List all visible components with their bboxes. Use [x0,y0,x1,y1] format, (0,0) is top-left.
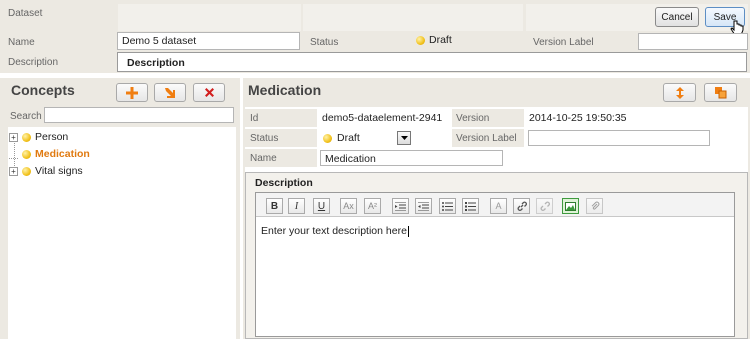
draft-status-icon [22,132,31,142]
dataset-version-label-field[interactable] [638,33,748,50]
dataset-label: Dataset [8,8,43,19]
dataset-status-label: Status [310,37,339,48]
insert-image-button[interactable] [562,198,579,214]
draft-status-icon [323,133,332,143]
dataset-name-field[interactable]: Demo 5 dataset [117,32,300,50]
detail-name-field[interactable]: Medication [320,150,503,166]
detail-status-label: Status [250,133,279,144]
bulleted-list-button[interactable] [439,198,456,214]
add-concept-button[interactable] [116,83,148,102]
numbered-list-button[interactable] [462,198,479,214]
tree-item-person[interactable]: + Person [9,131,68,143]
detail-name-label: Name [250,153,277,164]
tree-item-label: Medication [35,148,90,160]
detail-version-label-label: Version Label [456,133,517,144]
bold-button[interactable]: B [266,198,283,214]
search-label: Search [10,111,42,122]
editor-content[interactable]: Enter your text description here [261,225,409,237]
italic-button[interactable]: I [288,198,305,214]
expand-icon[interactable]: + [9,132,18,142]
attach-button[interactable] [586,198,603,214]
move-concept-button[interactable] [154,83,186,102]
arrow-down-right-icon [165,87,175,98]
dataset-blank-cell-1 [118,4,301,31]
plus-icon [126,86,138,99]
dataset-description-label: Description [8,57,59,68]
underline-button[interactable]: U [313,198,330,214]
tree-item-label: Person [35,131,69,143]
tree-branch [9,150,18,159]
copy-icon [715,87,727,99]
paperclip-icon [591,201,599,210]
link-button[interactable] [513,198,530,214]
tree-item-vital-signs[interactable]: + Vital signs [9,165,83,177]
cancel-button[interactable]: Cancel [655,7,699,27]
status-select[interactable]: Draft [320,130,411,146]
detail-title: Medication [248,82,322,98]
status-select-value: Draft [337,132,360,144]
detail-version-label-field[interactable] [528,130,710,146]
dataset-status-text: Draft [429,34,452,46]
delete-x-icon [204,88,214,97]
expand-collapse-button[interactable] [663,83,696,102]
draft-status-icon [22,149,31,159]
expand-vertical-icon [675,86,684,99]
draft-status-icon [416,35,425,45]
version-value: 2014-10-25 19:50:35 [529,112,627,124]
dataset-name-label: Name [8,37,35,48]
superscript-button[interactable]: A² [364,198,381,214]
indent-button[interactable] [415,198,432,214]
editor-text: Enter your text description here [261,225,407,237]
image-icon [565,201,576,211]
description-header: Description [255,177,313,189]
expand-icon[interactable]: + [9,166,18,176]
id-label: Id [250,113,259,124]
numbered-list-icon [465,201,476,211]
subscript-button[interactable]: Ax [340,198,357,214]
version-label: Version [456,113,490,124]
outdent-icon [395,201,406,211]
outdent-button[interactable] [392,198,409,214]
format-button[interactable]: A [490,198,507,214]
bullet-list-icon [442,201,453,211]
id-value: demo5-dataelement-2941 [322,112,443,124]
dataset-label-cell: Dataset [0,0,117,31]
tree-item-label: Vital signs [35,165,83,177]
tree-item-medication[interactable]: Medication [9,148,90,160]
link-icon [517,201,527,211]
dataset-description-tab[interactable]: Description [117,52,747,72]
dataset-version-label-label: Version Label [533,37,594,48]
delete-concept-button[interactable] [193,83,225,102]
format-icon: A [495,201,502,211]
dataset-status-value: Draft [416,34,452,46]
text-cursor [407,225,409,237]
concepts-search-input[interactable] [44,107,234,123]
draft-status-icon [22,166,31,176]
concepts-title: Concepts [11,82,75,98]
indent-icon [418,201,429,211]
dataset-blank-cell-2 [303,4,523,31]
copy-button[interactable] [704,83,737,102]
unlink-button[interactable] [536,198,553,214]
chevron-down-icon[interactable] [397,131,411,145]
unlink-icon [540,201,550,211]
